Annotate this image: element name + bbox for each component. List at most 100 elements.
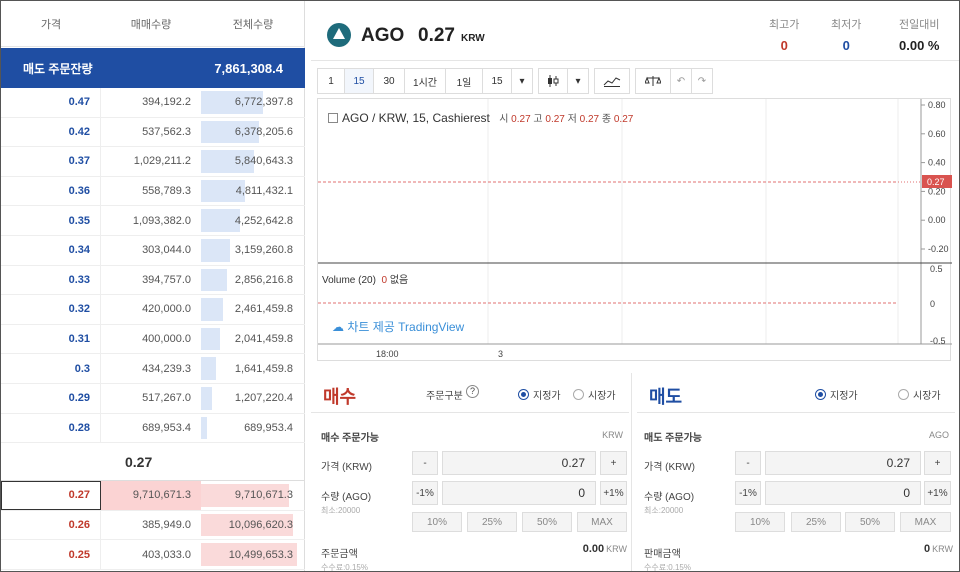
sell-total-unit: KRW [932, 544, 953, 554]
close-label: 종 [601, 114, 612, 125]
buy-panel: 매수 주문구분 ? 지정가 시장가 매수 주문가능 KRW 가격 (KRW) -… [311, 373, 629, 571]
buy-limit-radio[interactable]: 지정가 [518, 387, 561, 402]
indicators-icon[interactable] [594, 68, 630, 94]
row-price[interactable]: 0.47 [1, 88, 101, 117]
sell-qty-minus1[interactable]: -1% [735, 481, 761, 505]
buy-pct-50[interactable]: 50% [522, 512, 572, 532]
buy-pct-25[interactable]: 25% [467, 512, 517, 532]
row-volume-text: 394,192.2 [142, 96, 191, 109]
row-price[interactable]: 0.26 [1, 510, 101, 540]
chevron-down-icon[interactable]: ▾ [567, 68, 589, 94]
orderbook-row[interactable]: 0.28 689,953.4 689,953.4 [1, 413, 305, 444]
depth-bar [201, 416, 208, 440]
interval-15[interactable]: 15 [344, 68, 374, 94]
row-price[interactable]: 0.36 [1, 176, 101, 206]
orderbook-row[interactable]: 0.36 558,789.3 4,811,432.1 [1, 176, 305, 207]
open-value: 0.27 [511, 114, 531, 125]
chevron-down-icon[interactable]: ▾ [511, 68, 533, 94]
volume-tick-label: 0.5 [930, 264, 943, 274]
row-price[interactable]: 0.27 [1, 481, 101, 510]
row-volume-text: 400,000.0 [142, 333, 191, 346]
row-price[interactable]: 0.28 [1, 413, 101, 443]
orderbook-header: 가격 매매수량 전체수량 [1, 1, 305, 47]
compare-scale-icon[interactable] [635, 68, 671, 94]
sell-limit-radio[interactable]: 지정가 [815, 387, 858, 402]
buy-qty-minus1[interactable]: -1% [412, 481, 438, 505]
coin-price: 0.27 [418, 25, 455, 46]
buy-qty-label: 수량 (AGO) [321, 492, 372, 503]
sell-pct-25[interactable]: 25% [791, 512, 841, 532]
buy-price-input[interactable]: 0.27 [442, 451, 596, 475]
row-total: 1,207,220.4 [201, 384, 305, 413]
volume-tick-label: 0 [930, 299, 935, 309]
collapse-icon[interactable] [328, 113, 338, 123]
row-price[interactable]: 0.31 [1, 324, 101, 354]
row-total-text: 2,041,459.8 [234, 333, 293, 346]
sell-price-minus[interactable]: - [735, 451, 761, 475]
sell-price-input[interactable]: 0.27 [765, 451, 921, 475]
buy-qty-input[interactable]: 0 [442, 481, 596, 505]
orderbook-row[interactable]: 0.35 1,093,382.0 4,252,642.8 [1, 206, 305, 236]
tradingview-text: 차트 제공 TradingView [347, 320, 465, 334]
help-icon[interactable]: ? [466, 385, 479, 398]
sell-pct-max[interactable]: MAX [900, 512, 951, 532]
buy-qty-plus1[interactable]: +1% [600, 481, 627, 505]
sell-qty-input[interactable]: 0 [765, 481, 921, 505]
interval-30[interactable]: 30 [373, 68, 405, 94]
row-price[interactable]: 0.34 [1, 235, 101, 265]
orderbook-row[interactable]: 0.37 1,029,211.2 5,840,643.3 [1, 147, 305, 177]
interval-1h[interactable]: 1시간 [404, 68, 446, 94]
row-price[interactable]: 0.37 [1, 147, 101, 176]
row-price[interactable]: 0.3 [1, 354, 101, 383]
orderbook-row[interactable]: 0.47 394,192.2 6,772,397.8 [1, 88, 305, 118]
orderbook-row[interactable]: 0.31 400,000.0 2,041,459.8 [1, 324, 305, 355]
buy-pct-max[interactable]: MAX [577, 512, 627, 532]
orderbook-row[interactable]: 0.25 403,033.0 10,499,653.3 [1, 540, 305, 570]
orderbook-row[interactable]: 0.3 434,239.3 1,641,459.8 [1, 354, 305, 384]
orderbook-row[interactable]: 0.26 385,949.0 10,096,620.3 [1, 510, 305, 541]
undo-icon[interactable]: ↶ [670, 68, 692, 94]
buy-price-minus[interactable]: - [412, 451, 438, 475]
main-panel: AGO 0.27 KRW 최고가 0 최저가 0 전일대비 0.00 % 1 15 3… [311, 1, 959, 571]
interval-1d[interactable]: 1일 [445, 68, 483, 94]
orderbook-row[interactable]: 0.29 517,267.0 1,207,220.4 [1, 383, 305, 414]
candlestick-icon[interactable] [538, 68, 568, 94]
row-volume-text: 558,789.3 [142, 185, 191, 198]
redo-icon[interactable]: ↷ [691, 68, 713, 94]
row-total-text: 1,641,459.8 [234, 362, 293, 375]
orderbook-row[interactable]: 0.33 394,757.0 2,856,216.8 [1, 265, 305, 296]
row-price[interactable]: 0.42 [1, 117, 101, 147]
row-price[interactable]: 0.33 [1, 265, 101, 295]
orderbook-row[interactable]: 0.42 537,562.3 6,378,205.6 [1, 117, 305, 148]
low-value: 0 [842, 38, 850, 53]
orderbook-row[interactable]: 0.34 303,044.0 3,159,260.8 [1, 235, 305, 266]
sell-price-plus[interactable]: + [924, 451, 951, 475]
buy-market-radio[interactable]: 시장가 [573, 387, 616, 402]
buy-pct-10[interactable]: 10% [412, 512, 462, 532]
buy-min: 최소:20000 [321, 506, 361, 515]
sell-remaining-bar: 매도 주문잔량 7,861,308.4 [1, 48, 305, 88]
buy-available-unit: KRW [602, 430, 623, 440]
sell-limit-label: 지정가 [830, 391, 858, 402]
sell-pct-10[interactable]: 10% [735, 512, 785, 532]
orderbook-row[interactable]: 0.27 9,710,671.3 9,710,671.3 [1, 481, 305, 511]
sell-market-radio[interactable]: 시장가 [898, 387, 941, 402]
tradingview-credit[interactable]: ☁ 차트 제공 TradingView [332, 318, 464, 335]
buy-price-plus[interactable]: + [600, 451, 627, 475]
row-price[interactable]: 0.32 [1, 295, 101, 324]
coin-name: AGO [361, 25, 405, 46]
row-total-text: 4,811,432.1 [235, 185, 293, 198]
sell-total-value: 0 [924, 543, 931, 555]
row-price[interactable]: 0.25 [1, 540, 101, 569]
sell-pct-50[interactable]: 50% [845, 512, 895, 532]
low-label: 최저가 [831, 19, 862, 31]
price-chart[interactable]: 0.80 0.60 0.40 0.20 0.00 -0.20 0.5 0 -0.5 18:00… [317, 98, 952, 361]
orderbook-row[interactable]: 0.32 420,000.0 2,461,459.8 [1, 295, 305, 325]
interval-select[interactable]: 15 [482, 68, 512, 94]
change-label: 전일대비 [899, 19, 940, 31]
row-total-text: 10,096,620.3 [228, 519, 293, 532]
row-price[interactable]: 0.29 [1, 383, 101, 413]
interval-1[interactable]: 1 [317, 68, 345, 94]
sell-qty-plus1[interactable]: +1% [924, 481, 951, 505]
row-price[interactable]: 0.35 [1, 206, 101, 235]
